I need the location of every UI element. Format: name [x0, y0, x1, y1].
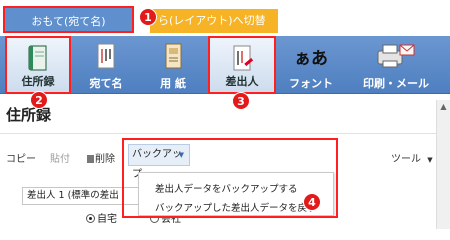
ribbon-paper-button[interactable]: 用 紙 — [141, 36, 205, 94]
tab-front-address[interactable]: おもて(宛て名) — [3, 6, 134, 33]
vertical-scrollbar[interactable]: ▲ — [436, 100, 450, 229]
printer-mail-icon — [374, 41, 418, 74]
address-card-icon — [91, 41, 121, 74]
ribbon-font-label: フォント — [289, 77, 333, 90]
step-marker-4: 4 — [303, 193, 321, 211]
step-marker-1: 1 — [139, 8, 157, 26]
delete-label: 削除 — [95, 154, 115, 165]
step-marker-3: 3 — [232, 92, 250, 110]
ribbon-sender-button[interactable]: 差出人 — [208, 36, 276, 94]
sender-card-icon — [227, 43, 257, 76]
scroll-up-arrow-icon[interactable]: ▲ — [437, 102, 450, 111]
copy-button[interactable]: コピー — [6, 150, 36, 165]
ribbon-toolbar: 住所録 宛て名 用 紙 差出人 ぁあ フォント 印刷・メール — [0, 36, 450, 94]
ribbon-address-book-button[interactable]: 住所録 — [5, 36, 71, 94]
tab-back-layout[interactable]: ら(レイアウト)へ切替 — [150, 9, 278, 33]
ribbon-print-mail-label: 印刷・メール — [363, 77, 429, 90]
chevron-down-icon: ▼ — [427, 156, 433, 164]
ribbon-address-book-label: 住所録 — [21, 75, 55, 88]
ribbon-address-label: 宛て名 — [89, 77, 123, 90]
ribbon-address-button[interactable]: 宛て名 — [72, 36, 140, 94]
tools-label: ツール — [391, 154, 421, 165]
paste-button[interactable]: 貼付 — [50, 150, 70, 165]
address-book-icon — [23, 43, 53, 76]
mode-tab-bar: おもて(宛て名) ら(レイアウト)へ切替 — [0, 0, 450, 36]
radio-home-label: 自宅 — [97, 214, 117, 225]
radio-selected-icon — [86, 214, 95, 223]
header-divider — [0, 133, 436, 134]
tools-menu-button[interactable]: ツール ▼ — [391, 150, 433, 165]
font-icon: ぁあ — [294, 49, 328, 69]
delete-button[interactable]: 削除 — [87, 150, 115, 165]
ribbon-sender-label: 差出人 — [225, 75, 259, 88]
ribbon-paper-label: 用 紙 — [160, 77, 186, 90]
ribbon-print-mail-button[interactable]: 印刷・メール — [346, 36, 446, 94]
radio-home[interactable]: 自宅 — [86, 210, 117, 225]
paper-icon — [158, 41, 188, 74]
ribbon-font-button[interactable]: ぁあ フォント — [278, 36, 344, 94]
trash-icon — [87, 155, 94, 163]
step-marker-2: 2 — [30, 91, 48, 109]
